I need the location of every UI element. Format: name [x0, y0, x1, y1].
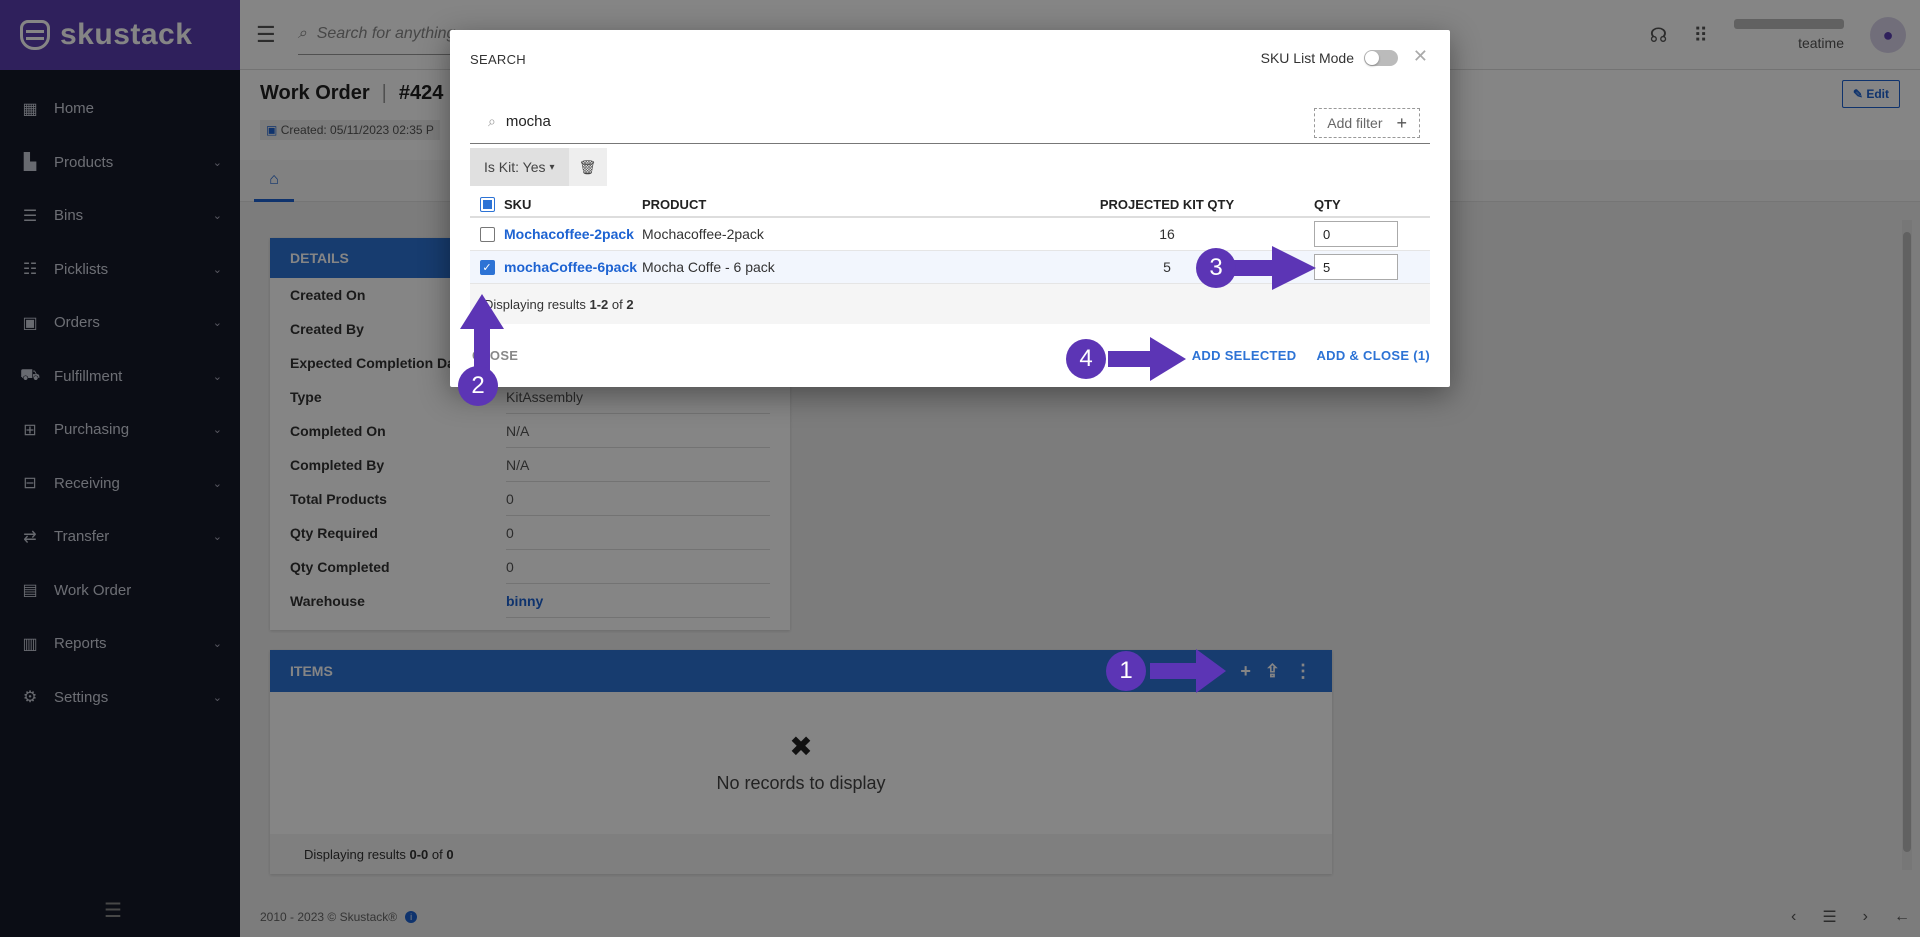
close-icon[interactable]: ✕	[1413, 46, 1428, 67]
caret-down-icon: ▾	[549, 161, 555, 173]
row-checkbox[interactable]: ✓	[479, 259, 495, 275]
table-row[interactable]: Mochacoffee-2pack Mochacoffee-2pack 16	[470, 218, 1430, 251]
modal-results-prefix: Displaying results	[484, 296, 586, 312]
add-and-close-button[interactable]: ADD & CLOSE (1)	[1316, 348, 1430, 363]
modal-search-value: mocha	[505, 113, 551, 130]
results-table: SKU PRODUCT PROJECTED KIT QTY QTY Mochac…	[470, 192, 1430, 324]
product-name: Mochacoffee-2pack	[642, 226, 764, 242]
modal-results-range: 1-2	[589, 296, 609, 312]
annotation-badge-2: 2	[458, 366, 498, 406]
annotation-badge-3: 3	[1196, 248, 1236, 288]
table-header: SKU PRODUCT PROJECTED KIT QTY QTY	[470, 192, 1430, 218]
filter-chips: Is Kit: Yes ▾ 🗑	[470, 148, 607, 186]
col-projected-kit-qty[interactable]: PROJECTED KIT QTY	[1072, 197, 1262, 212]
plus-icon: +	[1396, 112, 1407, 133]
modal-title: SEARCH	[470, 52, 526, 67]
sku-list-mode-toggle[interactable]	[1364, 50, 1398, 66]
trash-icon[interactable]: 🗑	[568, 148, 607, 186]
filter-chip-is-kit[interactable]: Is Kit: Yes ▾	[470, 148, 569, 186]
modal-results: Displaying results 1-2 of 2	[470, 284, 1430, 324]
add-filter-label: Add filter	[1327, 115, 1383, 131]
select-all-checkbox[interactable]	[479, 196, 495, 212]
qty-input[interactable]	[1314, 254, 1398, 280]
search-icon: ⌕	[488, 113, 496, 129]
col-sku[interactable]: SKU	[504, 197, 642, 212]
add-filter-button[interactable]: Add filter +	[1314, 108, 1420, 138]
col-product[interactable]: PRODUCT	[642, 197, 1072, 212]
filter-chip-label: Is Kit: Yes	[484, 159, 546, 175]
table-body: Mochacoffee-2packMochacoffee-2pack 16 ✓ moc…	[470, 218, 1430, 284]
sku-link[interactable]: Mochacoffee-2pack	[504, 226, 642, 242]
modal-search-input[interactable]: ⌕ mocha Add filter +	[470, 100, 1430, 144]
add-selected-button[interactable]: ADD SELECTED	[1192, 348, 1297, 363]
table-row[interactable]: ✓ mochaCoffee-6pack Mocha Coffe - 6 pack 5	[470, 251, 1430, 284]
close-button[interactable]: CLOSE	[470, 348, 518, 363]
qty-input[interactable]	[1314, 221, 1398, 247]
product-name: Mocha Coffe - 6 pack	[642, 259, 775, 275]
row-checkbox[interactable]	[479, 226, 495, 242]
sku-list-mode: SKU List Mode	[1261, 50, 1398, 66]
projected-kit-qty: 16	[1159, 226, 1175, 242]
sku-list-mode-label: SKU List Mode	[1260, 50, 1354, 66]
modal-results-total: 2	[626, 296, 634, 312]
annotation-badge-1: 1	[1106, 651, 1146, 691]
search-modal: SEARCH SKU List Mode ✕ ⌕ mocha Add filte…	[450, 30, 1450, 387]
col-qty[interactable]: QTY	[1262, 197, 1430, 212]
annotation-badge-4: 4	[1066, 339, 1106, 379]
sku-link[interactable]: mochaCoffee-6pack	[504, 259, 642, 275]
modal-actions: CLOSE ADD SELECTED ADD & CLOSE (1)	[470, 348, 1430, 363]
modal-results-of: of	[611, 296, 623, 312]
